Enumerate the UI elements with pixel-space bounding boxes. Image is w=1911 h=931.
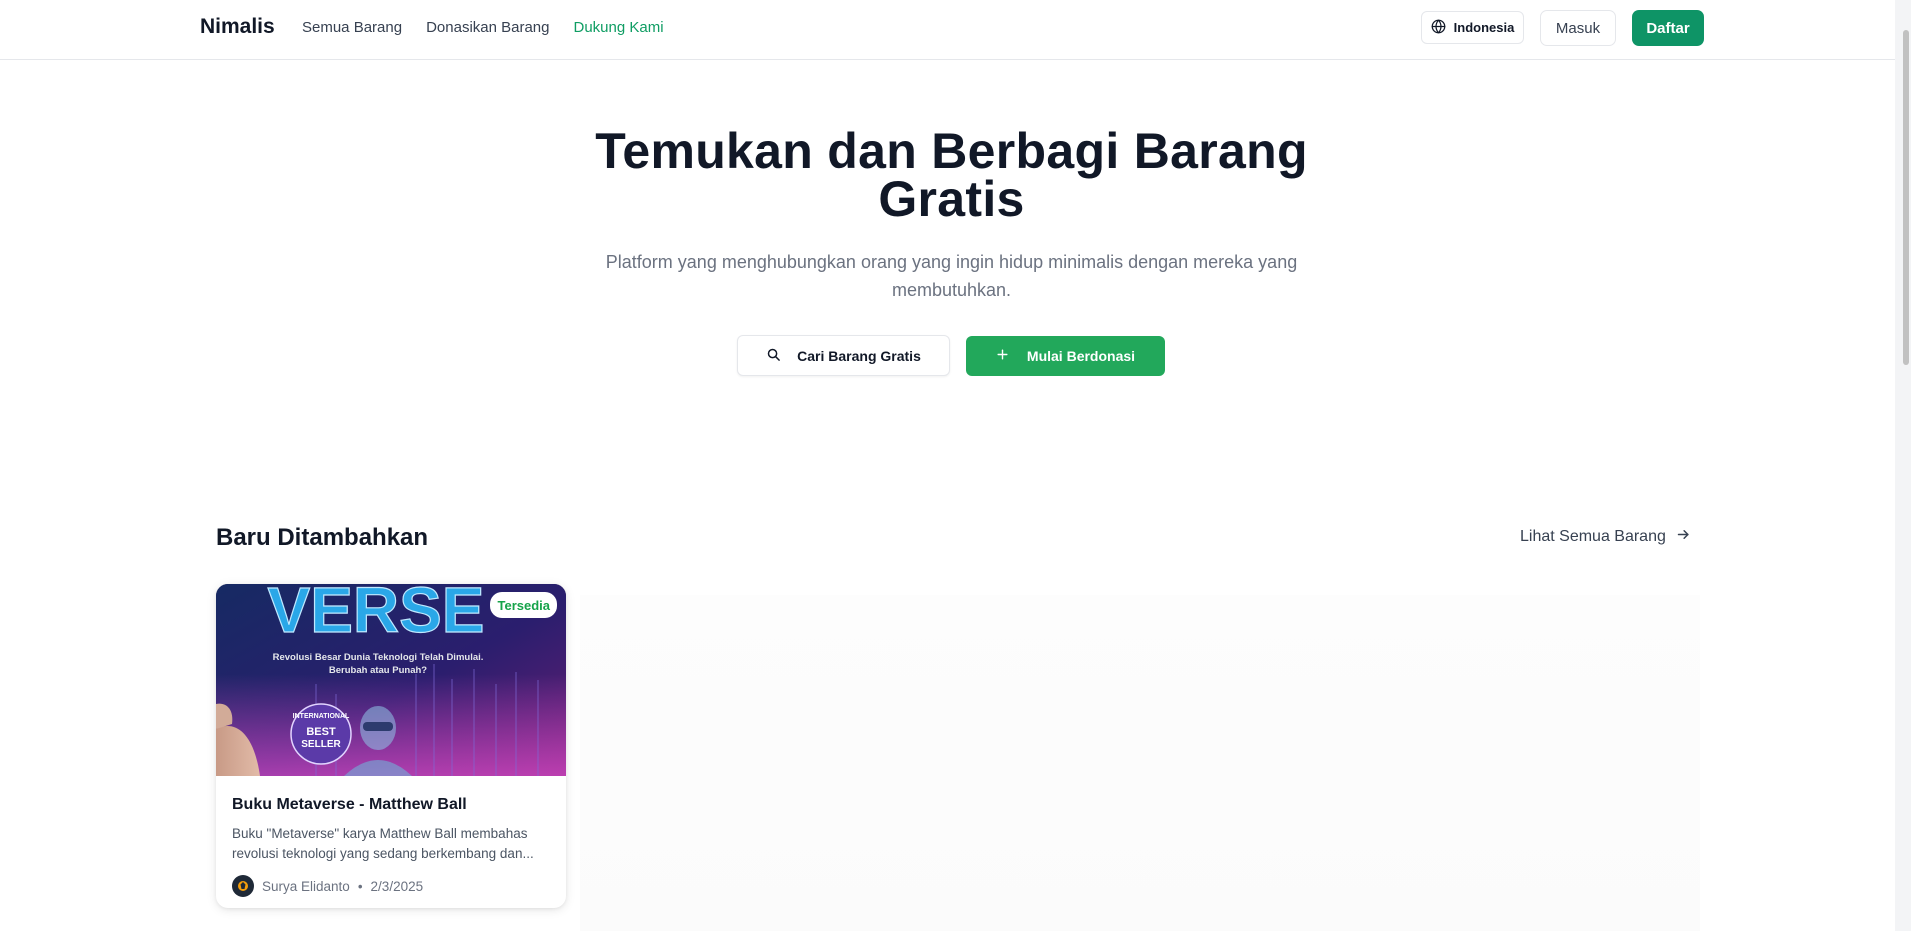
see-all-items-link[interactable]: Lihat Semua Barang [1520,527,1691,547]
svg-text:BEST: BEST [306,726,336,738]
svg-text:SELLER: SELLER [301,739,341,750]
section-title-recent: Baru Ditambahkan [216,524,429,551]
item-date: 2/3/2025 [370,878,424,894]
item-card[interactable]: VERSE Revolusi Besar Dunia Teknologi Tel… [216,584,566,908]
login-button[interactable]: Masuk [1540,10,1616,46]
meta-separator: • [357,878,363,894]
svg-text:VERSE: VERSE [268,584,485,646]
page: Nimalis Semua Barang Donasikan Barang Du… [0,0,1911,931]
scrollbar-thumb[interactable] [1903,30,1909,365]
hero-subtitle: Platform yang menghubungkan orang yang i… [605,252,1298,300]
signup-button[interactable]: Daftar [1632,10,1704,46]
search-free-items-button[interactable]: Cari Barang Gratis [737,335,950,376]
user-avatar-icon [238,881,248,891]
svg-text:Revolusi Besar Dunia Teknologi: Revolusi Besar Dunia Teknologi Telah Dim… [273,652,484,663]
language-selector[interactable]: Indonesia [1421,11,1524,44]
item-title: Buku Metaverse - Matthew Ball [232,796,467,813]
svg-text:INTERNATIONAL: INTERNATIONAL [293,713,350,720]
brand-logo[interactable]: Nimalis [200,15,275,39]
nav-link-support-us[interactable]: Dukung Kami [574,19,664,36]
status-badge: Tersedia [490,592,557,618]
start-donating-button[interactable]: Mulai Berdonasi [966,336,1165,376]
item-meta: Surya Elidanto • 2/3/2025 [232,875,550,897]
language-label: Indonesia [1453,20,1515,35]
svg-text:Berubah atau Punah?: Berubah atau Punah? [329,665,427,676]
nav-link-all-items[interactable]: Semua Barang [302,19,402,36]
globe-icon [1431,19,1446,37]
item-description: Buku "Metaverse" karya Matthew Ball memb… [232,824,550,864]
start-donating-label: Mulai Berdonasi [1026,348,1136,364]
item-description-line-2: revolusi teknologi yang sedang berkemban… [232,846,534,861]
search-icon [766,347,781,365]
avatar [232,875,254,897]
nav-link-donate-items[interactable]: Donasikan Barang [426,19,549,36]
arrow-right-icon [1676,527,1691,547]
search-free-items-label: Cari Barang Gratis [797,347,921,364]
hero-title: Temukan dan Berbagi Barang Gratis [595,123,1308,227]
top-navbar: Nimalis Semua Barang Donasikan Barang Du… [0,0,1895,60]
item-author: Surya Elidanto [262,878,350,894]
see-all-label: Lihat Semua Barang [1520,528,1666,545]
item-description-line-1: Buku "Metaverse" karya Matthew Ball memb… [232,826,528,841]
item-card-body: Buku Metaverse - Matthew Ball Buku "Meta… [216,776,566,897]
loading-placeholder-area [580,595,1700,931]
item-image: VERSE Revolusi Besar Dunia Teknologi Tel… [216,584,566,776]
plus-icon [996,348,1009,364]
main-nav: Semua Barang Donasikan Barang Dukung Kam… [302,19,664,36]
